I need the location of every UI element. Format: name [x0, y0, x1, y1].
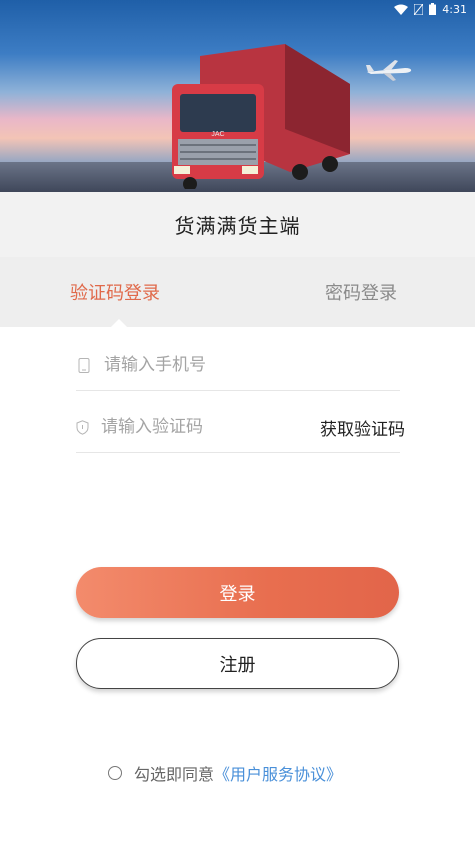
get-code-button[interactable]: 获取验证码: [320, 415, 405, 440]
status-time: 4:31: [442, 2, 467, 16]
phone-field-row: [76, 340, 400, 391]
phone-icon: [76, 357, 92, 373]
agreement-row: 勾选即同意 《用户服务协议》: [108, 760, 342, 786]
shield-icon: [76, 419, 89, 435]
tab-password-login[interactable]: 密码登录: [325, 257, 397, 327]
register-button[interactable]: 注册: [76, 638, 399, 689]
tab-sms-login[interactable]: 验证码登录: [70, 257, 160, 327]
login-tabs: 验证码登录 密码登录: [0, 257, 475, 328]
active-tab-indicator: [110, 319, 128, 328]
phone-input[interactable]: [104, 355, 400, 375]
app-title: 货满满货主端: [174, 214, 301, 238]
wifi-icon: [394, 4, 409, 15]
title-band: 货满满货主端: [0, 192, 475, 257]
login-button[interactable]: 登录: [76, 567, 399, 618]
user-agreement-link[interactable]: 《用户服务协议》: [214, 761, 342, 785]
code-field-row: 获取验证码: [76, 402, 405, 453]
hero-banner: 4:31 JAC: [0, 0, 475, 192]
truck-illustration: JAC: [172, 44, 350, 189]
agreement-text: 勾选即同意: [134, 765, 215, 784]
truck-badge: JAC: [211, 131, 224, 138]
agreement-checkbox[interactable]: [108, 766, 122, 780]
status-bar: 4:31: [394, 0, 467, 18]
plane-illustration: [366, 60, 412, 81]
battery-icon: [429, 3, 437, 15]
signal-icon: [414, 3, 424, 15]
code-input[interactable]: [101, 417, 320, 437]
